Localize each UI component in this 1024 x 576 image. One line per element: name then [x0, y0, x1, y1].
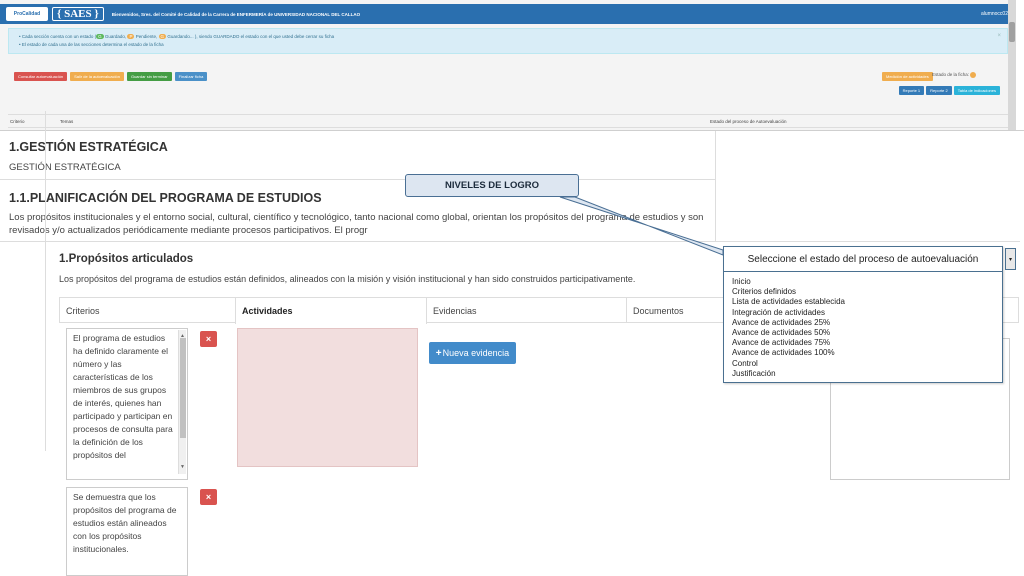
report-1-button[interactable]: Reporte 1 [898, 86, 925, 95]
action-buttons: Consultar autoevaluación Salir de la aut… [14, 72, 208, 81]
background-app-layer: ProCalidad { SAES } Bienvenidos, Sres. d… [0, 0, 1016, 130]
textarea-scrollbar[interactable]: ▲ ▼ [178, 330, 186, 474]
logo[interactable]: ProCalidad { SAES } [6, 7, 104, 21]
column-divider [715, 131, 716, 241]
measure-button[interactable]: Medición de actividades [882, 72, 933, 81]
report-2-button[interactable]: Reporte 2 [926, 86, 952, 95]
close-icon[interactable]: × [997, 32, 1001, 40]
right-toolbar: Medición de actividades Estado de la fic… [880, 71, 1000, 101]
status-dropdown[interactable]: Seleccione el estado del proceso de auto… [723, 246, 1003, 383]
dropdown-option[interactable]: Inicio [732, 277, 994, 287]
dropdown-option[interactable]: Justificación [732, 369, 994, 379]
indications-button[interactable]: Tabla de indicaciones [953, 86, 1000, 95]
dropdown-options: Inicio Criterios definidos Lista de acti… [724, 272, 1002, 384]
close-icon: × [205, 334, 212, 344]
callout-label: NIVELES DE LOGRO [405, 174, 579, 197]
subsection-text: Los propósitos institucionales y el ento… [9, 212, 704, 236]
dropdown-option[interactable]: Lista de actividades establecida [732, 297, 994, 307]
criterion-textarea-1[interactable]: El programa de estudios ha definido clar… [66, 328, 188, 480]
finalize-button[interactable]: Finalizar ficha [174, 72, 208, 81]
dropdown-option[interactable]: Avance de actividades 75% [732, 338, 994, 348]
scrollbar-thumb[interactable] [1009, 22, 1015, 42]
exit-button[interactable]: Salir de la autoevaluación [70, 72, 124, 81]
procalidad-logo: ProCalidad [6, 7, 48, 21]
status-dot-icon [970, 72, 977, 78]
dropdown-option[interactable]: Avance de actividades 50% [732, 328, 994, 338]
close-icon: × [205, 492, 212, 502]
chevron-down-icon[interactable]: ▾ [1005, 248, 1016, 270]
divider [0, 179, 715, 180]
alert-line-2: • El estado de cada una de las secciones… [19, 42, 164, 47]
header-criterio: Criterio [10, 119, 25, 124]
col-actividades: Actividades [235, 298, 427, 324]
page-scrollbar[interactable] [1008, 0, 1016, 130]
subsection-title: 1.1.PLANIFICACIÓN DEL PROGRAMA DE ESTUDI… [9, 191, 322, 205]
consult-button[interactable]: Consultar autoevaluación [14, 72, 68, 81]
saes-logo: { SAES } [52, 7, 104, 21]
delete-criterion-1-button[interactable]: × [200, 331, 217, 347]
dropdown-option[interactable]: Avance de actividades 100% [732, 348, 994, 358]
ficha-status: Estado de la ficha: [932, 72, 977, 78]
saved-badge: G [96, 34, 104, 39]
dropdown-option[interactable]: Control [732, 359, 994, 369]
dropdown-option[interactable]: Integración de actividades [732, 308, 994, 318]
scrollbar-thumb[interactable] [180, 338, 186, 438]
dropdown-option[interactable]: Criterios definidos [732, 287, 994, 297]
col-evidencias: Evidencias [427, 298, 627, 322]
info-alert: • Cada sección cuenta con un estado (G G… [8, 28, 1008, 54]
col-criterios: Criterios [66, 306, 100, 316]
standard-title: 1.Propósitos articulados [59, 253, 194, 265]
delete-criterion-2-button[interactable]: × [200, 489, 217, 505]
plus-icon: + [435, 347, 442, 359]
section-title: 1.GESTIÓN ESTRATÉGICA [9, 140, 168, 154]
new-evidence-button[interactable]: + Nueva evidencia [429, 342, 516, 364]
header-temas: Temas [60, 119, 74, 124]
activities-area[interactable] [237, 328, 418, 467]
criterion-textarea-2[interactable]: Se demuestra que los propósitos del prog… [66, 487, 188, 576]
top-navbar: ProCalidad { SAES } Bienvenidos, Sres. d… [0, 4, 1016, 24]
header-estado: Estado del proceso de Autoevaluación [710, 119, 787, 124]
mini-table-header: Criterio Temas Estado del proceso de Aut… [8, 114, 1008, 128]
standard-text: Los propósitos del programa de estudios … [59, 274, 636, 284]
alert-line-1: • Cada sección cuenta con un estado (G G… [19, 34, 335, 39]
col-documentos: Documentos [633, 306, 684, 316]
arrow-down-icon[interactable]: ▼ [180, 461, 185, 474]
welcome-text: Bienvenidos, Sres. del Comité de Calidad… [111, 11, 361, 17]
pending-badge: P [127, 34, 135, 39]
section-subtitle: GESTIÓN ESTRATÉGICA [9, 162, 121, 173]
saving-badge: G [158, 34, 167, 39]
dropdown-selected[interactable]: Seleccione el estado del proceso de auto… [724, 247, 1002, 272]
save-button[interactable]: Guardar sin terminar [126, 72, 172, 81]
dropdown-option[interactable]: Avance de actividades 25% [732, 318, 994, 328]
user-menu[interactable]: alumnocc02 [981, 11, 1008, 17]
